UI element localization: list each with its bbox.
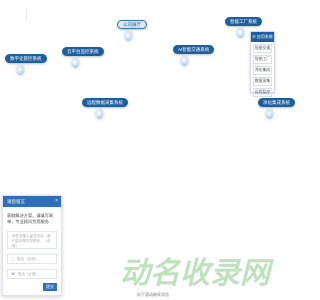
user-icon: ◯: [11, 257, 16, 261]
map-marker-icon[interactable]: [96, 110, 103, 119]
divider-line: [26, 8, 27, 22]
map-label-smart-factory[interactable]: 智能工厂系统: [225, 17, 262, 26]
side-menu-item[interactable]: 智能交通: [253, 44, 272, 53]
side-menu-item[interactable]: 智能工厂: [253, 55, 272, 64]
phone-icon: ☎: [11, 272, 16, 276]
watermark-text: 动名收录网: [120, 257, 270, 290]
message-form: 请您留言 × 获取解决方案，请填写表单，专业顾问为您服务 请在此输入留言内容，我…: [2, 195, 62, 296]
map-label-cloud-monitor[interactable]: 云平台监控系统: [62, 47, 104, 56]
name-input[interactable]: ◯ 姓名（必填）: [7, 254, 57, 264]
map-marker-icon[interactable]: [17, 66, 24, 75]
map-label-remote-collection[interactable]: 远程数据采集系统: [82, 98, 128, 107]
submit-button[interactable]: 提交: [43, 283, 57, 291]
phone-placeholder: 电话（必填）: [17, 272, 40, 276]
form-title: 获取解决方案，请填写表单，专业顾问为您服务: [7, 213, 54, 224]
side-menu-header[interactable]: ☰ 应用系统: [251, 32, 274, 42]
map-label-showroom[interactable]: 公司展厅: [117, 20, 147, 29]
scroll-down-link[interactable]: 向下滚动继续浏览: [137, 292, 169, 298]
form-header: 请您留言: [3, 196, 61, 207]
map-marker-icon[interactable]: [266, 110, 273, 119]
message-textarea[interactable]: 请在此输入留言内容，我们会尽快与您联系。（必填）: [7, 231, 57, 249]
close-icon[interactable]: ×: [55, 196, 58, 207]
side-menu-item[interactable]: 远程监控: [253, 88, 272, 97]
side-menu-item[interactable]: 净化集成: [253, 66, 272, 75]
map-marker-icon[interactable]: [72, 59, 79, 68]
map-marker-icon[interactable]: [237, 29, 244, 38]
name-placeholder: 姓名（必填）: [17, 257, 39, 261]
map-label-digital-control[interactable]: 数字化管控系统: [5, 54, 47, 63]
side-menu: ☰ 应用系统 智能交通 智能工厂 净化集成 数据采集 远程监控: [250, 31, 275, 97]
phone-input[interactable]: ☎ 电话（必填）: [7, 269, 57, 279]
map-label-ai-traffic[interactable]: AI智能交通系统: [173, 45, 215, 54]
side-menu-item[interactable]: 数据采集: [253, 77, 272, 86]
form-header-title: 请您留言: [7, 199, 25, 204]
map-label-purification[interactable]: 净化集成系统: [258, 98, 295, 107]
map-marker-icon[interactable]: [181, 57, 188, 66]
map-marker-icon[interactable]: [125, 32, 132, 41]
page: 公司展厅 智能工厂系统 AI智能交通系统 云平台监控系统 数字化管控系统 远程数…: [0, 0, 300, 300]
